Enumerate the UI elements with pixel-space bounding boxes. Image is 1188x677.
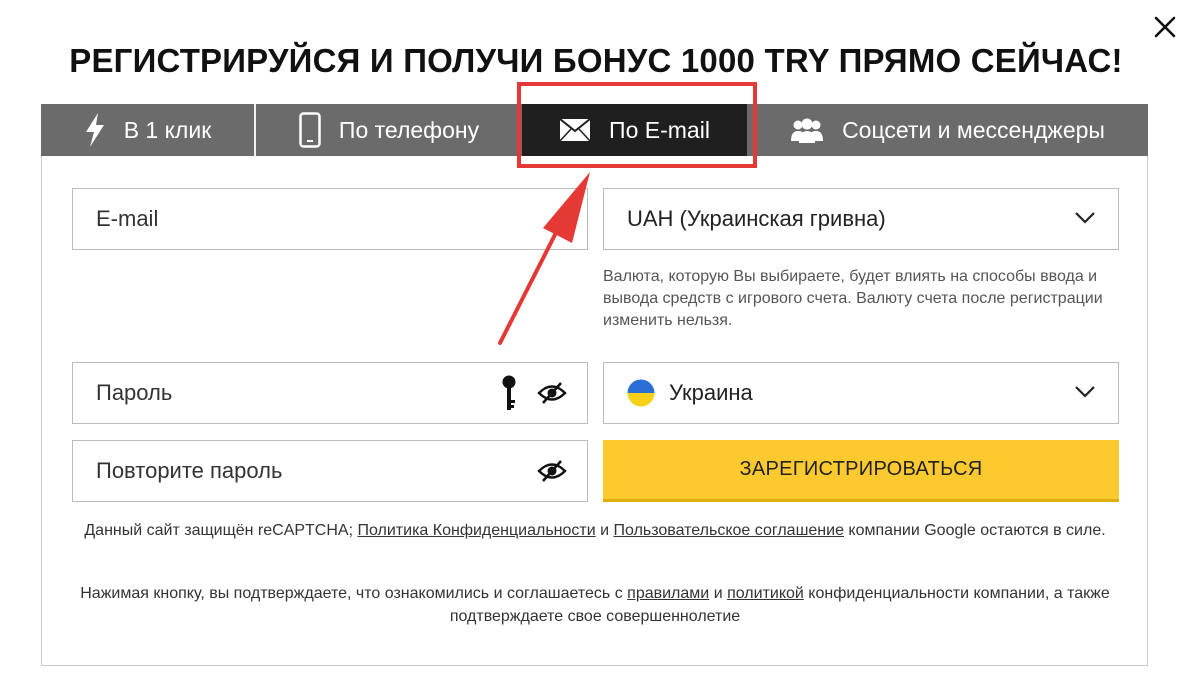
tab-label: По E-mail xyxy=(609,116,710,143)
registration-tabs: В 1 клик По телефону По E-mail Соцсети и… xyxy=(41,104,1148,156)
currency-select[interactable]: UAH (Украинская гривна) xyxy=(603,188,1119,250)
privacy-policy-link[interactable]: Политика Конфиденциальности xyxy=(357,522,595,539)
chevron-down-icon xyxy=(1075,386,1095,398)
generate-password-key-icon[interactable] xyxy=(501,375,517,416)
conjunction-text: и xyxy=(600,522,610,539)
tab-email[interactable]: По E-mail xyxy=(522,104,747,156)
email-field-wrapper xyxy=(72,188,588,250)
recaptcha-notice: Данный сайт защищён reCAPTCHA; Политика … xyxy=(60,519,1130,542)
phone-icon xyxy=(299,112,321,148)
conjunction-text: и xyxy=(713,585,723,602)
email-input[interactable] xyxy=(73,189,587,249)
tab-phone[interactable]: По телефону xyxy=(256,104,522,156)
tab-label: Соцсети и мессенджеры xyxy=(842,116,1105,143)
toggle-password-visibility-icon[interactable] xyxy=(537,459,567,488)
currency-value: UAH (Украинская гривна) xyxy=(627,206,886,231)
consent-text: Нажимая кнопку, вы подтверждаете, что оз… xyxy=(80,585,623,602)
consent-notice: Нажимая кнопку, вы подтверждаете, что оз… xyxy=(60,582,1130,628)
tab-social[interactable]: Соцсети и мессенджеры xyxy=(747,104,1148,156)
register-button[interactable]: ЗАРЕГИСТРИРОВАТЬСЯ xyxy=(603,440,1119,502)
password-field-wrapper xyxy=(72,362,588,424)
toggle-password-visibility-icon[interactable] xyxy=(537,381,567,410)
currency-hint: Валюта, которую Вы выбираете, будет влия… xyxy=(603,268,1103,329)
repeat-password-input[interactable] xyxy=(73,441,587,501)
page-title: РЕГИСТРИРУЙСЯ И ПОЛУЧИ БОНУС 1000 TRY ПР… xyxy=(69,42,1123,79)
lightning-icon xyxy=(84,113,106,147)
recaptcha-suffix-text: компании Google остаются в силе. xyxy=(848,522,1106,539)
policy-link[interactable]: политикой xyxy=(727,585,804,602)
close-icon xyxy=(1154,16,1176,38)
country-value: Украина xyxy=(669,380,753,405)
recaptcha-text: Данный сайт защищён reCAPTCHA; xyxy=(84,522,354,539)
envelope-icon xyxy=(559,118,591,142)
close-button[interactable] xyxy=(1150,12,1180,42)
tab-one-click[interactable]: В 1 клик xyxy=(41,104,256,156)
ukraine-flag-icon xyxy=(627,379,655,407)
country-select[interactable]: Украина xyxy=(603,362,1119,424)
users-icon xyxy=(790,117,824,143)
tab-label: В 1 клик xyxy=(123,116,212,143)
repeat-password-field-wrapper xyxy=(72,440,588,502)
terms-of-service-link[interactable]: Пользовательское соглашение xyxy=(614,522,844,539)
rules-link[interactable]: правилами xyxy=(627,585,709,602)
tab-label: По телефону xyxy=(338,116,480,143)
chevron-down-icon xyxy=(1075,212,1095,224)
